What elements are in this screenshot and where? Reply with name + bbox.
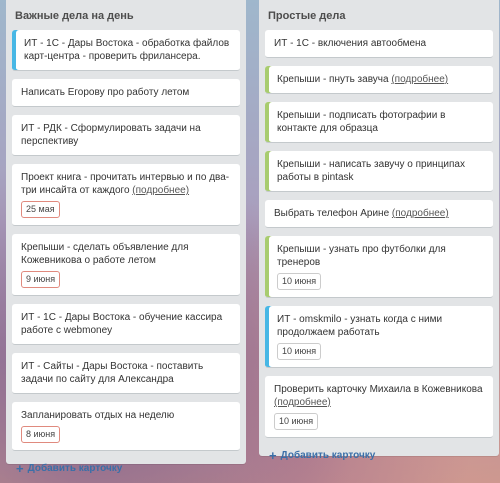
card-title: ИТ - 1С - Дары Востока - обучение кассир… bbox=[21, 312, 223, 336]
due-date-badge: 10 июня bbox=[274, 413, 319, 430]
add-card-button[interactable]: + Добавить карточку bbox=[259, 446, 499, 465]
card-title: ИТ - Сайты - Дары Востока - поставить за… bbox=[21, 361, 204, 385]
due-date-badge: 8 июня bbox=[21, 426, 61, 443]
card[interactable]: Выбрать телефон Арине (подробнее) bbox=[265, 200, 493, 228]
card-title: Крепыши - пнуть завуча bbox=[277, 74, 392, 85]
card-title: ИТ - РДК - Сформулировать задачи на перс… bbox=[21, 123, 201, 147]
details-link[interactable]: (подробнее) bbox=[132, 185, 189, 196]
list-title[interactable]: Простые дела bbox=[259, 0, 499, 30]
card[interactable]: Запланировать отдых на неделю 8 июня bbox=[12, 402, 240, 451]
plus-icon: + bbox=[16, 460, 24, 476]
add-card-label: Добавить карточку bbox=[280, 450, 376, 461]
add-card-label: Добавить карточку bbox=[27, 463, 123, 474]
list-title[interactable]: Важные дела на день bbox=[6, 0, 246, 30]
card[interactable]: ИТ - 1С - Дары Востока - обучение кассир… bbox=[12, 304, 240, 345]
plus-icon: + bbox=[269, 447, 277, 463]
details-link[interactable]: (подробнее) bbox=[274, 397, 331, 408]
card-title: Запланировать отдых на неделю bbox=[21, 410, 175, 421]
card[interactable]: Крепыши - сделать объявление для Кожевни… bbox=[12, 234, 240, 296]
details-link[interactable]: (подробнее) bbox=[392, 208, 449, 219]
details-link[interactable]: (подробнее) bbox=[391, 74, 448, 85]
card[interactable]: ИТ - РДК - Сформулировать задачи на перс… bbox=[12, 115, 240, 156]
card-title: ИТ - 1С - Дары Востока - обработка файло… bbox=[24, 38, 230, 62]
card-title: Написать Егорову про работу летом bbox=[21, 87, 190, 98]
list-important: Важные дела на день ИТ - 1С - Дары Восто… bbox=[6, 0, 246, 475]
card-container: ИТ - 1С - Дары Востока - обработка файло… bbox=[6, 30, 246, 451]
card-container: ИТ - 1С - включения автообмена Крепыши - … bbox=[259, 30, 499, 438]
card[interactable]: ИТ - 1С - Дары Востока - обработка файло… bbox=[12, 30, 240, 71]
due-date-badge: 25 мая bbox=[21, 201, 60, 218]
add-card-button[interactable]: + Добавить карточку bbox=[6, 459, 246, 478]
due-date-badge: 9 июня bbox=[21, 271, 61, 288]
card[interactable]: Крепыши - подписать фотографии в контакт… bbox=[265, 102, 493, 143]
card-title: Проект книга - прочитать интервью и по д… bbox=[21, 172, 230, 196]
card[interactable]: Проект книга - прочитать интервью и по д… bbox=[12, 164, 240, 226]
card-title: Крепыши - узнать про футболки для тренер… bbox=[277, 244, 446, 268]
card-title: ИТ - omskmilo - узнать когда с ними прод… bbox=[277, 314, 443, 338]
due-date-badge: 10 июня bbox=[277, 343, 322, 360]
card-title: Выбрать телефон Арине bbox=[274, 208, 392, 219]
card[interactable]: Крепыши - узнать про футболки для тренер… bbox=[265, 236, 493, 298]
card[interactable]: Крепыши - пнуть завуча (подробнее) bbox=[265, 66, 493, 94]
card[interactable]: ИТ - omskmilo - узнать когда с ними прод… bbox=[265, 306, 493, 368]
card-title: Крепыши - сделать объявление для Кожевни… bbox=[21, 242, 189, 266]
card-title: Крепыши - написать завучу о принципах ра… bbox=[277, 159, 465, 183]
card[interactable]: ИТ - Сайты - Дары Востока - поставить за… bbox=[12, 353, 240, 394]
list-simple: Простые дела ИТ - 1С - включения автообм… bbox=[259, 0, 499, 462]
card-title: Крепыши - подписать фотографии в контакт… bbox=[277, 110, 446, 134]
due-date-badge: 10 июня bbox=[277, 273, 322, 290]
card[interactable]: Крепыши - написать завучу о принципах ра… bbox=[265, 151, 493, 192]
card[interactable]: Написать Егорову про работу летом bbox=[12, 79, 240, 107]
card[interactable]: ИТ - 1С - включения автообмена bbox=[265, 30, 493, 58]
card-title: Проверить карточку Михаила в Кожевникова bbox=[274, 384, 483, 395]
card[interactable]: Проверить карточку Михаила в Кожевникова… bbox=[265, 376, 493, 438]
card-title: ИТ - 1С - включения автообмена bbox=[274, 38, 427, 49]
